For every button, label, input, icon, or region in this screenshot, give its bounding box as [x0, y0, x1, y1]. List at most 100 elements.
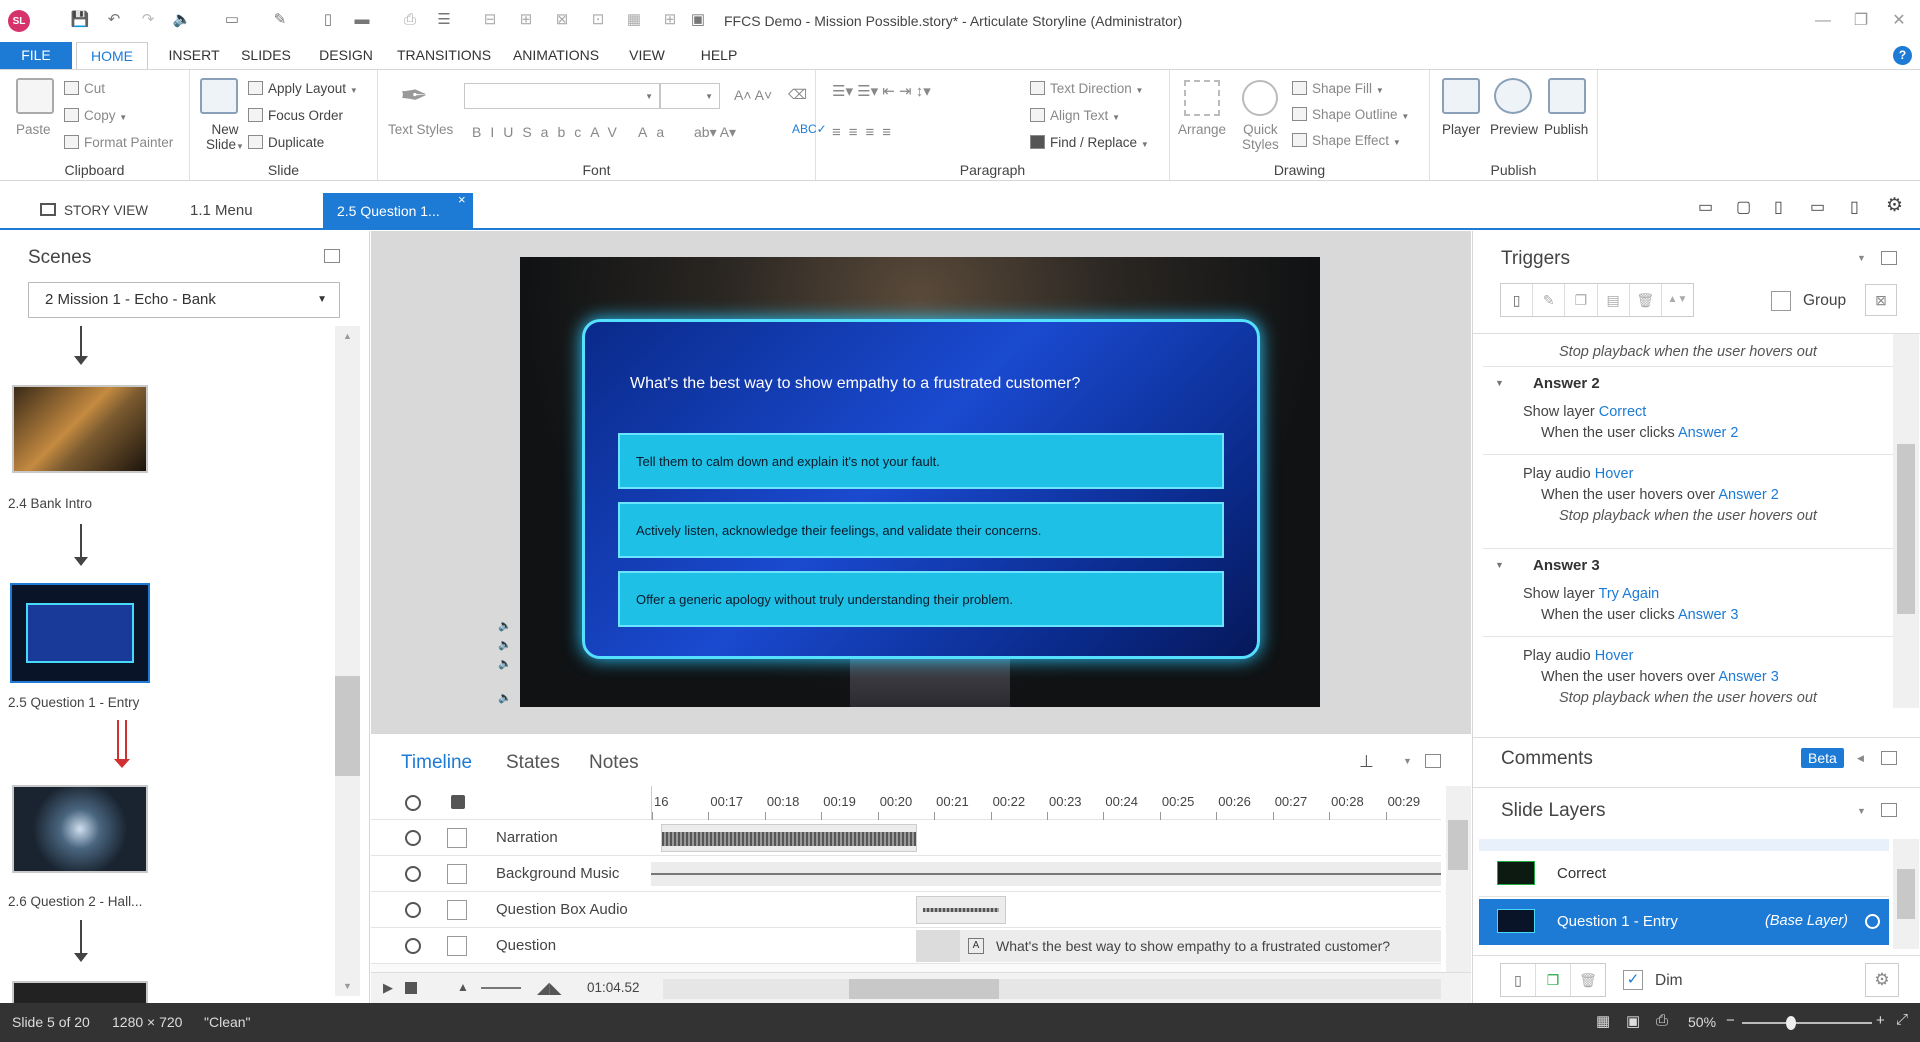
close-icon[interactable]: ✕ [1884, 8, 1914, 34]
slide-stage[interactable]: What's the best way to show empathy to a… [520, 257, 1320, 707]
timeline-row-question-box-audio[interactable]: Question Box Audio [371, 892, 1441, 928]
cut-button[interactable]: Cut [64, 81, 105, 96]
trigger-target[interactable]: Try Again [1599, 586, 1660, 602]
slide-thumb-next[interactable] [12, 981, 148, 1003]
lock-checkbox[interactable] [447, 828, 467, 848]
publish-icon[interactable] [1548, 78, 1586, 114]
zoom-in-button[interactable]: + [1876, 1012, 1885, 1029]
paste-button[interactable]: Paste [16, 122, 51, 137]
tab-animations[interactable]: ANIMATIONS [508, 42, 604, 69]
arrange-button[interactable]: Arrange [1178, 122, 1226, 137]
layer-row-partial[interactable] [1479, 839, 1889, 851]
align-icons[interactable]: ≡≡≡≡ [832, 124, 899, 141]
timeline-row-background-music[interactable]: Background Music [371, 856, 1441, 892]
new-slide-icon[interactable] [200, 78, 238, 114]
restore-icon[interactable]: ❐ [1846, 8, 1876, 34]
copy-button[interactable]: Copy ▼ [64, 108, 127, 123]
answer-2-button[interactable]: Actively listen, acknowledge their feeli… [618, 502, 1224, 558]
chevron-down-icon[interactable]: ▼ [1857, 253, 1866, 263]
font-format-icons[interactable]: BIUSabcAV Aa [472, 124, 673, 140]
focus-order-button[interactable]: Focus Order [248, 108, 343, 123]
zoom-slider-thumb[interactable] [1786, 1016, 1796, 1030]
phone-landscape-icon[interactable]: ▭ [1810, 197, 1832, 216]
format-painter-button[interactable]: Format Painter [64, 135, 173, 150]
grow-font-icon[interactable]: A˄ A˅ [734, 87, 772, 103]
layer-row-correct[interactable]: Correct [1479, 851, 1889, 897]
list-icon[interactable]: ☰ [434, 10, 454, 30]
player-button[interactable]: Player [1442, 122, 1480, 137]
tab-timeline[interactable]: Timeline [401, 752, 472, 774]
player-icon[interactable] [1442, 78, 1480, 114]
tablet-portrait-icon[interactable]: ▯ [1774, 197, 1796, 216]
scroll-thumb[interactable] [849, 979, 999, 999]
trigger-icon[interactable]: ✎ [270, 10, 290, 30]
trigger-item[interactable]: Show layer Correct [1523, 404, 1646, 420]
save-icon[interactable]: 💾 [70, 10, 90, 30]
clear-format-icon[interactable]: ⌫ [788, 87, 807, 103]
trigger-object[interactable]: Answer 2 [1718, 487, 1778, 503]
duplicate-layer-icon[interactable]: ❐ [1536, 964, 1571, 996]
tab-story-view[interactable]: STORY VIEW [40, 193, 148, 228]
textbox-icon[interactable]: ▯ [318, 10, 338, 30]
trigger-object[interactable]: Answer 3 [1718, 669, 1778, 685]
tab-menu[interactable]: 1.1 Menu [190, 193, 253, 228]
slide-view-icon[interactable]: ▣ [1626, 1012, 1640, 1030]
trigger-item[interactable]: Play audio Hover [1523, 648, 1633, 664]
scroll-up-icon[interactable]: ▲ [335, 326, 360, 346]
timeline-row-question[interactable]: Question A What's the best way to show e… [371, 928, 1441, 964]
print-icon[interactable]: ⎙ [400, 10, 420, 30]
panel-float-icon[interactable] [1881, 251, 1897, 265]
fit-to-window-icon[interactable]: ⤢ [1896, 1011, 1908, 1028]
music-waveform[interactable] [651, 862, 1441, 886]
find-replace-button[interactable]: Find / Replace ▼ [1030, 135, 1149, 150]
lock-icon[interactable]: ⊟ [480, 10, 500, 30]
scene-select[interactable]: 2 Mission 1 - Echo - Bank ▼ [28, 282, 340, 318]
panel-float-icon[interactable] [1881, 803, 1897, 817]
scenes-scrollbar[interactable]: ▲ ▼ [335, 326, 360, 996]
cue-point-icon[interactable]: ⊥ [1359, 752, 1374, 772]
list-icons[interactable]: ☰▾ ☰▾ ⇤ ⇥ ↕▾ [832, 82, 931, 100]
group-icon[interactable]: ⊡ [588, 10, 608, 30]
move-trigger-icon[interactable]: ▲▼ [1662, 284, 1693, 316]
timeline-vscroll[interactable] [1446, 786, 1471, 972]
layers-scrollbar[interactable] [1893, 839, 1919, 949]
panel-float-icon[interactable] [324, 249, 340, 263]
audio-marker-icon[interactable]: 🔈 [498, 691, 512, 704]
timeline-row-narration[interactable]: Narration [371, 820, 1441, 856]
redo-icon[interactable]: ↷ [138, 10, 158, 30]
shape-effect-button[interactable]: Shape Effect ▼ [1292, 133, 1401, 148]
text-styles-button[interactable]: Text Styles [388, 122, 453, 137]
minimize-icon[interactable]: — [1808, 8, 1838, 34]
panel-float-icon[interactable] [1425, 754, 1441, 768]
scroll-thumb[interactable] [1897, 869, 1915, 919]
play-icon[interactable]: ▶ [383, 980, 393, 996]
new-layer-icon[interactable]: ▯ [1501, 964, 1536, 996]
button-icon[interactable]: ▬ [352, 10, 372, 30]
trigger-variables-icon[interactable]: ⊠ [1865, 284, 1897, 316]
trigger-object[interactable]: Answer 2 [1678, 425, 1738, 441]
lock-checkbox[interactable] [447, 864, 467, 884]
panel-float-icon[interactable] [1881, 751, 1897, 765]
tab-question-1[interactable]: 2.5 Question 1... [323, 193, 473, 230]
eye-icon[interactable] [405, 902, 421, 918]
table-icon[interactable]: ⊞ [660, 10, 680, 30]
desktop-view-icon[interactable]: ▭ [1698, 197, 1720, 216]
dim-checkbox[interactable]: ✓ [1623, 970, 1643, 990]
tab-help[interactable]: HELP [694, 42, 744, 69]
paste-icon[interactable] [16, 78, 54, 114]
trigger-target[interactable]: Correct [1599, 404, 1647, 420]
shape-outline-button[interactable]: Shape Outline ▼ [1292, 107, 1409, 122]
highlight-icon[interactable]: ab▾ A▾ [694, 124, 736, 141]
insert-slide-icon[interactable]: ▭ [222, 10, 242, 30]
edit-trigger-icon[interactable]: ✎ [1533, 284, 1566, 316]
timeline-hscroll[interactable] [663, 979, 1441, 999]
preview-button[interactable]: Preview [1490, 122, 1538, 137]
apply-layout-button[interactable]: Apply Layout ▼ [248, 81, 358, 96]
new-slide-button[interactable]: New Slide▼ [206, 122, 244, 152]
align-icon[interactable]: ⊞ [516, 10, 536, 30]
scroll-thumb[interactable] [1448, 820, 1468, 870]
zoom-slider[interactable] [1742, 1016, 1872, 1030]
scroll-down-icon[interactable]: ▼ [335, 976, 360, 996]
phone-portrait-icon[interactable]: ▯ [1850, 197, 1872, 216]
copy-trigger-icon[interactable]: ❐ [1565, 284, 1598, 316]
